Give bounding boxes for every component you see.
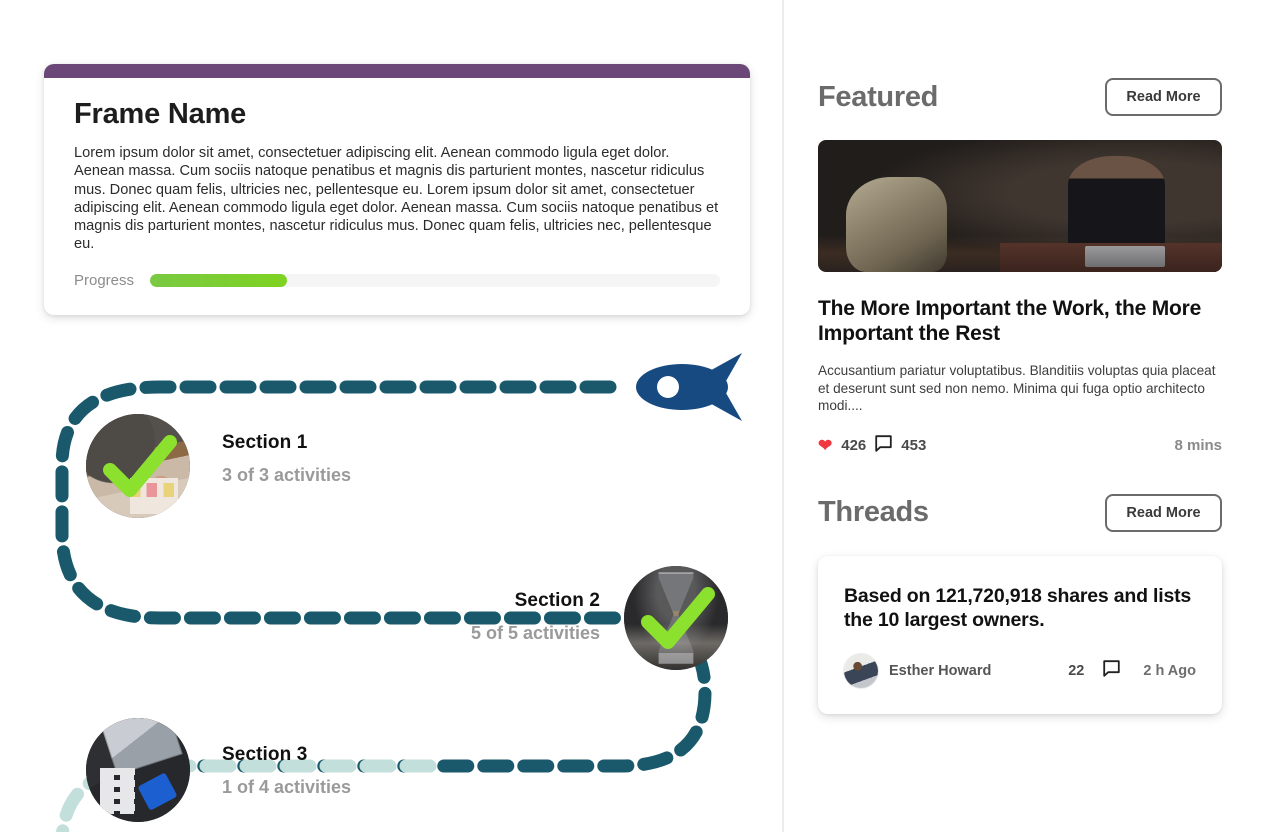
frame-card: Frame Name Lorem ipsum dolor sit amet, c… [44,64,750,315]
comment-icon[interactable] [1103,659,1121,682]
section-node-2[interactable] [624,566,728,670]
thread-footer: Esther Howard 22 2 h Ago [844,653,1196,688]
featured-comment-count: 453 [901,436,927,454]
section-3-label: Section 3 1 of 4 activities [222,744,351,798]
progress-bar [150,273,720,287]
left-column: Frame Name Lorem ipsum dolor sit amet, c… [0,0,782,832]
section-2-title: Section 2 [514,590,600,611]
section-3-drive [137,772,178,812]
thread-card[interactable]: Based on 121,720,918 shares and lists th… [818,555,1222,714]
frame-card-accent-bar [44,64,750,78]
section-3-photo [86,718,190,822]
featured-read-time: 8 mins [1174,436,1222,454]
section-2-label: Section 2 5 of 5 activities [318,590,600,644]
section-3-subtitle: 1 of 4 activities [222,777,352,797]
section-node-1[interactable] [86,414,190,518]
threads-heading: Threads [818,496,929,528]
frame-description: Lorem ipsum dolor sit amet, consectetuer… [74,145,719,253]
featured-heading: Featured [818,80,939,113]
featured-image[interactable] [818,140,1222,272]
check-icon [103,435,177,497]
section-journey-path: Section 1 3 of 3 activities Section 2 5 … [0,332,782,832]
featured-meta-row: ❤ 426 453 8 mins [818,434,1222,456]
check-icon [641,587,715,649]
page-root: Frame Name Lorem ipsum dolor sit amet, c… [0,0,1280,832]
avatar[interactable] [844,653,878,688]
section-1-title: Section 1 [222,432,308,453]
section-2-subtitle: 5 of 5 activities [470,623,600,643]
section-node-3[interactable] [86,718,190,822]
frame-card-body: Frame Name Lorem ipsum dolor sit amet, c… [44,78,750,315]
threads-read-more-button[interactable]: Read More [1105,493,1222,532]
section-1-subtitle: 3 of 3 activities [222,465,352,485]
page-title: Frame Name [74,98,247,130]
section-3-title: Section 3 [222,744,308,765]
section-1-label: Section 1 3 of 3 activities [222,432,351,486]
column-divider [782,0,784,832]
thread-author-name: Esther Howard [889,662,992,679]
featured-read-more-button[interactable]: Read More [1105,78,1222,116]
thread-title: Based on 121,720,918 shares and lists th… [844,584,1192,631]
right-column: Featured Read More The More Important th… [818,76,1222,714]
comment-icon[interactable] [875,434,892,456]
progress-row: Progress [74,272,720,289]
threads-header: Threads Read More [818,492,1222,534]
featured-article-title[interactable]: The More Important the Work, the More Im… [818,296,1222,346]
featured-article-excerpt: Accusantium pariatur voluptatibus. Bland… [818,363,1216,413]
avatar-photo [844,653,878,688]
featured-image-laptop [1084,245,1166,267]
progress-bar-fill [150,273,287,287]
featured-like-count: 426 [841,436,867,454]
featured-header: Featured Read More [818,76,1222,118]
progress-label: Progress [74,271,135,289]
rocket-icon [636,353,742,421]
featured-image-beanbag [846,176,948,272]
thread-timestamp: 2 h Ago [1143,662,1196,679]
heart-icon[interactable]: ❤ [818,437,832,454]
thread-comment-count: 22 [1068,662,1085,679]
